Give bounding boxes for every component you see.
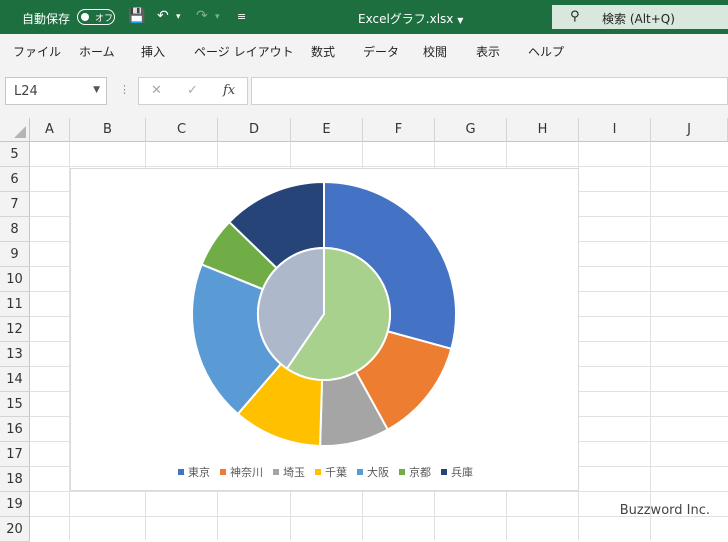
tab-review[interactable]: 校閲 xyxy=(423,43,447,60)
legend-label: 東京 xyxy=(188,466,210,479)
column-header[interactable]: C xyxy=(146,118,218,142)
row-header[interactable]: 13 xyxy=(0,342,30,367)
row-header[interactable]: 17 xyxy=(0,442,30,467)
row-header[interactable]: 16 xyxy=(0,417,30,442)
row-header[interactable]: 18 xyxy=(0,467,30,492)
save-icon[interactable]: 💾 xyxy=(128,8,145,24)
cancel-icon[interactable]: ✕ xyxy=(151,83,162,98)
row-header[interactable]: 6 xyxy=(0,167,30,192)
legend-label: 神奈川 xyxy=(230,466,263,479)
row-header[interactable]: 20 xyxy=(0,517,30,542)
ribbon-tabs: ファイル ホーム 挿入 ページ レイアウト 数式 データ 校閲 表示 ヘルプ xyxy=(0,34,728,66)
row-header[interactable]: 19 xyxy=(0,492,30,517)
row-header[interactable]: 9 xyxy=(0,242,30,267)
redo-dropdown-icon[interactable]: ▾ xyxy=(215,12,220,22)
chart-plot-area[interactable] xyxy=(71,169,580,459)
name-box[interactable]: L24 ▼ xyxy=(5,77,107,105)
column-header[interactable]: J xyxy=(651,118,728,142)
column-header[interactable]: D xyxy=(218,118,291,142)
row-header[interactable]: 14 xyxy=(0,367,30,392)
file-name[interactable]: Excelグラフ.xlsx ▼ xyxy=(358,10,463,27)
search-icon: ⚲ xyxy=(570,9,580,24)
autosave-toggle[interactable]: オフ xyxy=(77,9,115,25)
column-header[interactable]: B xyxy=(70,118,146,142)
tab-help[interactable]: ヘルプ xyxy=(528,43,564,60)
formula-input[interactable] xyxy=(251,77,728,105)
customize-qat-icon[interactable]: ≡ xyxy=(237,10,246,23)
legend-label: 京都 xyxy=(409,466,431,479)
tab-insert[interactable]: 挿入 xyxy=(141,43,165,60)
column-header[interactable]: I xyxy=(579,118,651,142)
search-text: 検索 (Alt+Q) xyxy=(602,12,675,26)
legend-swatch xyxy=(178,469,184,475)
legend-item[interactable]: 神奈川 xyxy=(220,464,263,480)
column-header[interactable]: A xyxy=(30,118,70,142)
row-header[interactable]: 12 xyxy=(0,317,30,342)
title-bar: 自動保存 オフ 💾 ↶ ▾ ↷ ▾ ≡ Excelグラフ.xlsx ▼ ⚲ 検索… xyxy=(0,0,728,34)
chevron-down-icon: ▼ xyxy=(457,16,464,25)
column-header[interactable]: E xyxy=(291,118,363,142)
legend-swatch xyxy=(357,469,363,475)
redo-icon[interactable]: ↷ xyxy=(196,8,208,24)
tab-formulas[interactable]: 数式 xyxy=(311,43,335,60)
gridline xyxy=(30,166,728,167)
tab-data[interactable]: データ xyxy=(363,43,399,60)
row-header[interactable]: 15 xyxy=(0,392,30,417)
legend-item[interactable]: 大阪 xyxy=(357,464,389,480)
legend-swatch xyxy=(220,469,226,475)
legend-item[interactable]: 兵庫 xyxy=(441,464,473,480)
select-all-button[interactable] xyxy=(0,118,30,142)
legend-label: 埼玉 xyxy=(283,466,305,479)
formula-bar: L24 ▼ ⋮ ✕ ✓ fx xyxy=(0,66,728,118)
formula-buttons: ✕ ✓ fx xyxy=(138,77,248,105)
name-box-value: L24 xyxy=(14,84,38,99)
legend-label: 千葉 xyxy=(325,466,347,479)
row-header[interactable]: 7 xyxy=(0,192,30,217)
legend-item[interactable]: 東京 xyxy=(178,464,210,480)
doughnut-chart[interactable]: 東京 神奈川 埼玉 千葉 大阪 京都 兵庫 xyxy=(70,168,579,491)
undo-dropdown-icon[interactable]: ▾ xyxy=(176,12,181,22)
legend-swatch xyxy=(399,469,405,475)
search-box[interactable]: ⚲ 検索 (Alt+Q) xyxy=(552,5,728,29)
legend-swatch xyxy=(441,469,447,475)
tab-file[interactable]: ファイル xyxy=(13,43,61,60)
watermark: Buzzword Inc. xyxy=(619,503,710,518)
tab-home[interactable]: ホーム xyxy=(79,43,115,60)
tab-page-layout[interactable]: ページ レイアウト xyxy=(194,43,294,60)
legend-item[interactable]: 千葉 xyxy=(315,464,347,480)
insert-function-icon[interactable]: fx xyxy=(223,83,235,98)
column-header[interactable]: H xyxy=(507,118,579,142)
legend-item[interactable]: 埼玉 xyxy=(273,464,305,480)
tab-view[interactable]: 表示 xyxy=(476,43,500,60)
autosave-state: オフ xyxy=(95,14,114,24)
legend-swatch xyxy=(315,469,321,475)
legend-swatch xyxy=(273,469,279,475)
more-options-icon[interactable]: ⋮ xyxy=(119,83,130,96)
column-header[interactable]: F xyxy=(363,118,435,142)
toggle-knob xyxy=(81,13,89,21)
select-all-triangle xyxy=(14,126,26,138)
legend-label: 兵庫 xyxy=(451,466,473,479)
legend-item[interactable]: 京都 xyxy=(399,464,431,480)
legend-label: 大阪 xyxy=(367,466,389,479)
autosave-label: 自動保存 xyxy=(22,12,71,26)
undo-icon[interactable]: ↶ xyxy=(157,8,169,24)
chevron-down-icon[interactable]: ▼ xyxy=(93,85,100,95)
row-header[interactable]: 8 xyxy=(0,217,30,242)
gridline xyxy=(30,491,728,492)
enter-icon[interactable]: ✓ xyxy=(187,83,198,98)
row-header[interactable]: 10 xyxy=(0,267,30,292)
chart-legend[interactable]: 東京 神奈川 埼玉 千葉 大阪 京都 兵庫 xyxy=(71,464,580,480)
row-header[interactable]: 5 xyxy=(0,142,30,167)
row-header[interactable]: 11 xyxy=(0,292,30,317)
file-name-text: Excelグラフ.xlsx xyxy=(358,12,454,26)
column-header[interactable]: G xyxy=(435,118,507,142)
